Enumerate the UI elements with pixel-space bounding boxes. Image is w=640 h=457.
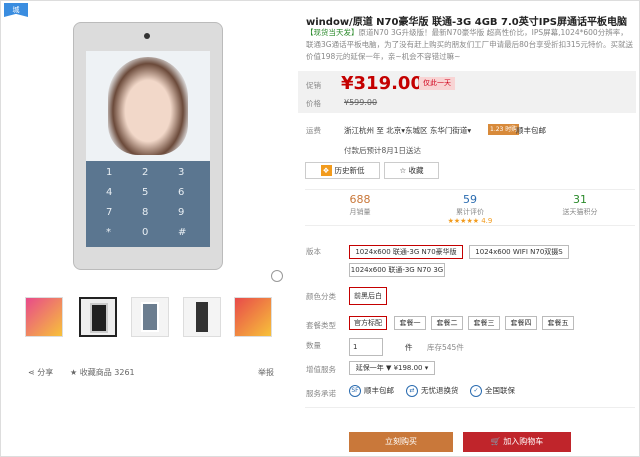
package-option-5[interactable]: 套餐四 — [505, 316, 537, 330]
service-return-label: 无忧退换货 — [421, 386, 459, 395]
stat-reviews-value: 59 — [463, 193, 477, 206]
color-option-1[interactable]: 前黑后白 — [349, 287, 387, 305]
service-warranty-label: 全国联保 — [485, 386, 515, 395]
history-icon: ❖ — [320, 165, 332, 176]
package-option-3[interactable]: 套餐二 — [431, 316, 463, 330]
stats-bar: 688 月销量 59 累计评价 ★★★★★ 4.9 31 送天猫积分 — [305, 189, 635, 226]
service-warranty: ✓ 全国联保 — [470, 385, 515, 397]
sale-price: ¥319.00 — [341, 73, 423, 94]
version-option-1[interactable]: 1024x600 联通-3G N70豪华版 — [349, 245, 463, 259]
add-cart-label: 加入购物车 — [503, 437, 544, 446]
favorite-button[interactable]: ☆ 收藏 — [384, 162, 439, 179]
shipping-label: 运费 — [306, 126, 321, 135]
divider — [305, 407, 635, 408]
delivery-note: 付款后预计8月1日送达 — [344, 146, 422, 155]
dial-keypad: 123 456 789 * 0 # — [86, 161, 210, 247]
favorite-label: 收藏 — [408, 166, 424, 175]
cart-icon: 🛒 — [490, 437, 504, 446]
stat-sales-label: 月销量 — [349, 208, 371, 216]
qty-input[interactable]: 1 — [349, 338, 383, 356]
freight: 顺丰包邮 — [516, 126, 546, 135]
addon-select[interactable]: 延保一年 ▼ ¥198.00 ▾ — [349, 361, 435, 375]
thumbnail-4[interactable] — [183, 297, 221, 337]
version-option-3[interactable]: 1024x600 联通-3G N70 3G — [349, 263, 445, 277]
package-option-1[interactable]: 官方标配 — [349, 316, 387, 330]
stat-points-value: 31 — [573, 193, 587, 206]
star-icon: ☆ — [399, 166, 409, 175]
product-promo: 【现货当天发】原道N70 3G升级版！最新N70豪华版 超高性价比，IPS屏幕,… — [306, 27, 634, 63]
collect-link[interactable]: ★ 收藏商品 3261 — [70, 367, 135, 378]
stat-reviews[interactable]: 59 累计评价 ★★★★★ 4.9 — [415, 193, 525, 225]
thumbnail-3[interactable] — [131, 297, 169, 337]
history-label: 历史新低 — [334, 166, 365, 175]
version-label: 版本 — [306, 247, 321, 256]
service-sf: SF 顺丰包邮 — [349, 385, 394, 397]
version-option-2[interactable]: 1024x600 WIFI N70双摄S — [469, 245, 569, 259]
package-option-4[interactable]: 套餐三 — [468, 316, 500, 330]
return-icon: ⇄ — [406, 385, 418, 397]
package-option-6[interactable]: 套餐五 — [542, 316, 574, 330]
sale-label: 促销 — [306, 81, 321, 90]
service-sf-label: 顺丰包邮 — [364, 386, 394, 395]
share-link[interactable]: ⋖ 分享 — [28, 367, 53, 378]
stat-points: 31 送天猫积分 — [525, 193, 635, 217]
share-label: 分享 — [37, 368, 54, 377]
thumbnail-5[interactable] — [234, 297, 272, 337]
qty-unit: 件 — [405, 343, 413, 352]
history-low-button[interactable]: ❖ 历史新低 — [305, 162, 380, 179]
stat-points-label: 送天猫积分 — [562, 208, 598, 216]
thumbnail-strip — [25, 297, 280, 337]
product-title: window/原道 N70豪华版 联通-3G 4GB 7.0英寸IPS屏通话平板… — [306, 17, 627, 28]
service-label: 服务承诺 — [306, 389, 336, 398]
promo-prefix: 【现货当天发】 — [306, 28, 359, 37]
price-badge: 仅此一天 — [419, 77, 455, 90]
package-option-2[interactable]: 套餐一 — [394, 316, 426, 330]
zoom-icon[interactable] — [271, 270, 283, 282]
portrait-image — [108, 57, 188, 155]
rating-stars: ★★★★★ 4.9 — [447, 217, 493, 225]
qty-label: 数量 — [306, 341, 321, 350]
warranty-icon: ✓ — [470, 385, 482, 397]
time-tag: 1.23 时购 — [488, 124, 520, 135]
collect-label: 收藏商品 — [79, 368, 112, 377]
stock-count: 库存545件 — [427, 343, 464, 352]
color-label: 颜色分类 — [306, 292, 336, 301]
main-product-image[interactable]: 123 456 789 * 0 # — [73, 22, 223, 270]
addon-label: 增值服务 — [306, 365, 336, 374]
buy-now-button[interactable]: 立刻购买 — [349, 432, 453, 452]
orig-price: ¥599.00 — [344, 98, 378, 107]
report-link[interactable]: 举报 — [258, 367, 274, 378]
thumbnail-1[interactable] — [25, 297, 63, 337]
sf-icon: SF — [349, 385, 361, 397]
package-label: 套餐类型 — [306, 321, 336, 330]
stat-sales: 688 月销量 — [305, 193, 415, 217]
stat-reviews-label: 累计评价 — [456, 208, 484, 216]
orig-label: 价格 — [306, 99, 321, 108]
camera-icon — [144, 33, 150, 39]
stat-sales-value: 688 — [349, 193, 371, 206]
tablet-screen: 123 456 789 * 0 # — [86, 51, 210, 247]
service-return: ⇄ 无忧退换货 — [406, 385, 459, 397]
collect-count: 3261 — [114, 368, 135, 377]
thumbnail-2[interactable] — [79, 297, 117, 337]
add-cart-button[interactable]: 🛒 加入购物车 — [463, 432, 571, 452]
shipping-route[interactable]: 浙江杭州 至 北京▾东城区 东华门街道▾ — [344, 125, 471, 136]
